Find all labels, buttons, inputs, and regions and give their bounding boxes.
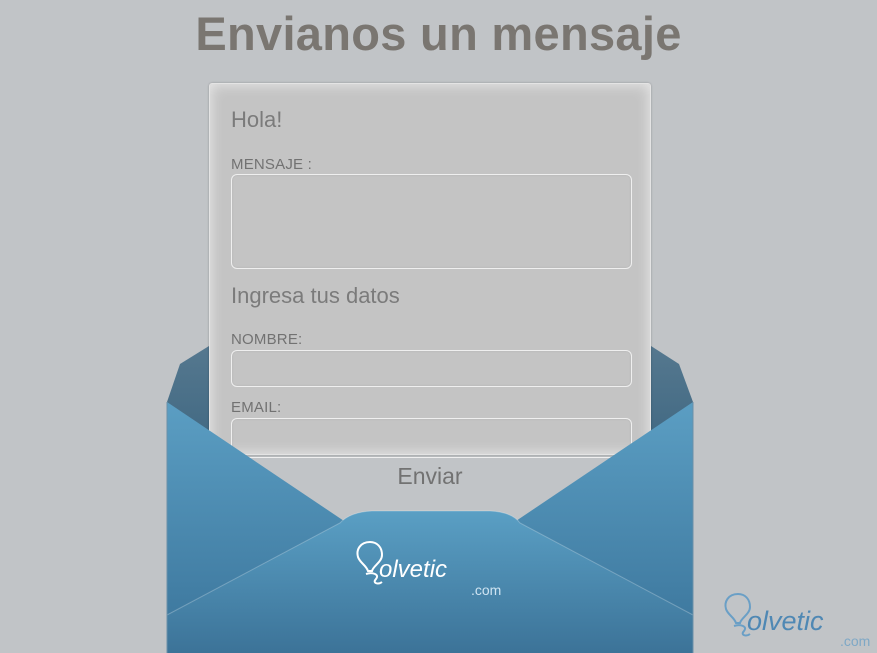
logo-suffix: .com — [471, 582, 502, 598]
solvetic-watermark: olvetic .com — [720, 590, 877, 653]
solvetic-logo: olvetic .com — [352, 538, 512, 598]
watermark-text: olvetic — [747, 606, 824, 636]
submit-button[interactable]: Enviar — [330, 463, 530, 490]
logo-text: olvetic — [379, 556, 448, 583]
watermark-suffix: .com — [840, 633, 871, 649]
